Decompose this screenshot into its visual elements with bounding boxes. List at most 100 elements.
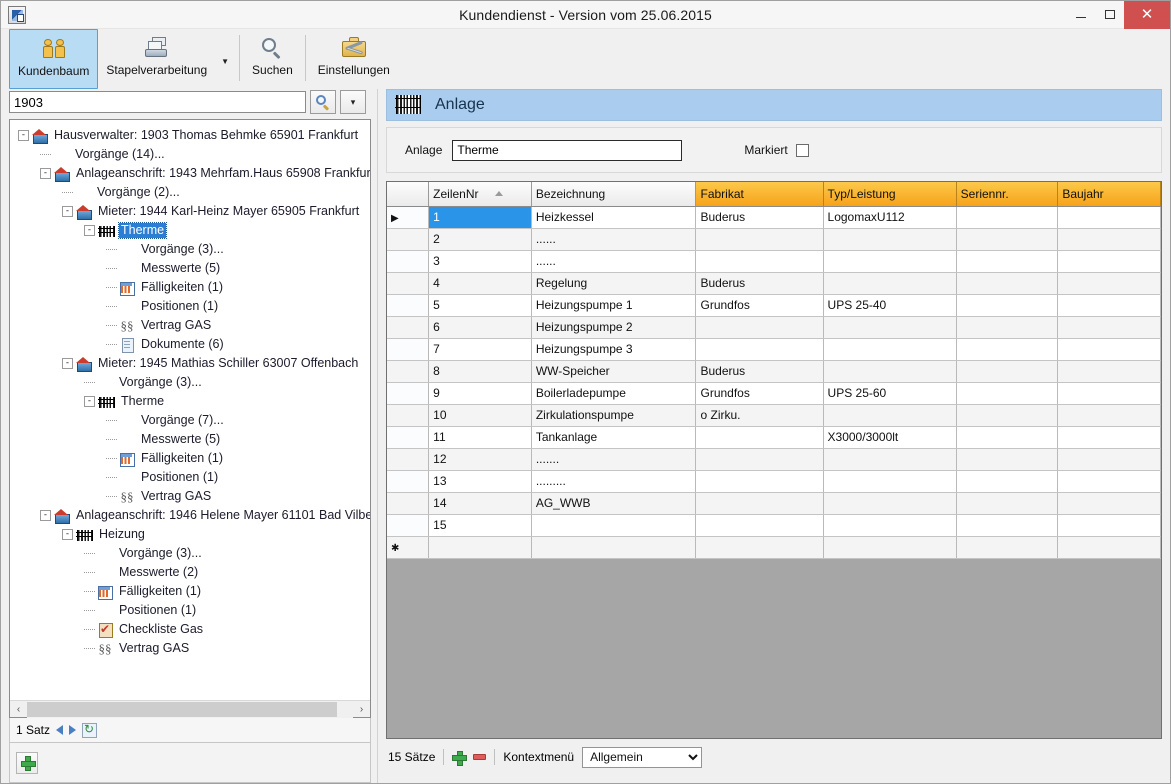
cell-bez[interactable]: ......... <box>531 470 697 493</box>
row-indicator[interactable] <box>387 404 430 427</box>
tree-expander-icon[interactable]: - <box>18 130 29 141</box>
column-header-bez[interactable]: Bezeichnung <box>531 182 697 207</box>
tree-node[interactable]: Dokumente (6) <box>10 335 370 354</box>
cell-bez[interactable]: Regelung <box>531 272 697 295</box>
cell-fab[interactable]: Buderus <box>695 206 824 229</box>
cell-ser[interactable] <box>956 382 1059 405</box>
tree-node[interactable]: §§ Vertrag GAS <box>10 316 370 335</box>
cell-nr[interactable]: 2 <box>428 228 532 251</box>
row-indicator[interactable]: ▶ <box>387 206 430 229</box>
kontextmenu-select[interactable]: Allgemein <box>582 746 703 768</box>
cell-bez[interactable]: Tankanlage <box>531 426 697 449</box>
table-row[interactable]: ▶ 1 Heizkessel Buderus LogomaxU112 <box>387 206 1161 229</box>
tree-expander-icon[interactable]: - <box>84 396 95 407</box>
refresh-icon[interactable] <box>82 722 98 738</box>
cell-bez[interactable] <box>531 536 697 559</box>
tree-node[interactable]: Positionen (1) <box>10 601 370 620</box>
new-row-indicator[interactable]: ✱ <box>387 536 430 559</box>
table-row[interactable]: 14 AG_WWB <box>387 492 1161 515</box>
table-row[interactable]: 8 WW-Speicher Buderus <box>387 360 1161 383</box>
cell-nr[interactable]: 4 <box>428 272 532 295</box>
tree-node[interactable]: Fälligkeiten (1) <box>10 449 370 468</box>
tree-node[interactable]: Vorgänge (2)... <box>10 183 370 202</box>
scroll-track[interactable] <box>27 700 353 718</box>
cell-fab[interactable] <box>695 448 824 471</box>
table-row[interactable]: 11 Tankanlage X3000/3000lt <box>387 426 1161 449</box>
add-record-button[interactable] <box>16 751 38 774</box>
cell-fab[interactable] <box>695 316 824 339</box>
row-indicator[interactable] <box>387 492 430 515</box>
cell-nr[interactable]: 5 <box>428 294 532 317</box>
tree-node[interactable]: Messwerte (5) <box>10 430 370 449</box>
cell-bau[interactable] <box>1057 426 1161 449</box>
cell-typ[interactable] <box>823 536 957 559</box>
anlage-input[interactable] <box>452 139 683 161</box>
cell-ser[interactable] <box>956 426 1059 449</box>
cell-ser[interactable] <box>956 470 1059 493</box>
row-indicator[interactable] <box>387 316 430 339</box>
row-indicator[interactable] <box>387 272 430 295</box>
tree-expander-icon[interactable]: - <box>62 358 73 369</box>
markiert-checkbox[interactable] <box>795 143 809 157</box>
cell-typ[interactable]: UPS 25-40 <box>823 294 957 317</box>
tree-horizontal-scrollbar[interactable]: ‹ › <box>10 700 370 718</box>
cell-typ[interactable] <box>823 404 957 427</box>
cell-nr[interactable]: 7 <box>428 338 532 361</box>
cell-bau[interactable] <box>1057 404 1161 427</box>
cell-fab[interactable]: Grundfos <box>695 382 824 405</box>
column-header-ind[interactable] <box>387 182 430 207</box>
cell-bau[interactable] <box>1057 492 1161 515</box>
cell-fab[interactable]: Buderus <box>695 272 824 295</box>
column-header-fab[interactable]: Fabrikat <box>695 182 824 207</box>
cell-bau[interactable] <box>1057 316 1161 339</box>
cell-bau[interactable] <box>1057 272 1161 295</box>
search-dropdown-button[interactable]: ▾ <box>340 90 366 114</box>
plus-icon[interactable] <box>452 750 468 766</box>
cell-bez[interactable]: ...... <box>531 250 697 273</box>
cell-bez[interactable]: WW-Speicher <box>531 360 697 383</box>
cell-ser[interactable] <box>956 272 1059 295</box>
cell-bez[interactable] <box>531 514 697 537</box>
row-indicator[interactable] <box>387 360 430 383</box>
cell-nr[interactable]: 15 <box>428 514 532 537</box>
cell-typ[interactable] <box>823 448 957 471</box>
column-header-typ[interactable]: Typ/Leistung <box>823 182 957 207</box>
cell-nr[interactable]: 8 <box>428 360 532 383</box>
cell-ser[interactable] <box>956 448 1059 471</box>
cell-ser[interactable] <box>956 360 1059 383</box>
cell-bez[interactable]: Heizungspumpe 1 <box>531 294 697 317</box>
table-row[interactable]: 5 Heizungspumpe 1 Grundfos UPS 25-40 <box>387 294 1161 317</box>
cell-fab[interactable] <box>695 492 824 515</box>
column-header-bau[interactable]: Baujahr <box>1057 182 1161 207</box>
cell-nr[interactable]: 1 <box>428 206 532 229</box>
cell-bau[interactable] <box>1057 448 1161 471</box>
row-indicator[interactable] <box>387 514 430 537</box>
tree-expander-icon[interactable]: - <box>62 529 73 540</box>
cell-bau[interactable] <box>1057 470 1161 493</box>
cell-fab[interactable] <box>695 426 824 449</box>
tree-node[interactable]: - Mieter: 1945 Mathias Schiller 63007 Off… <box>10 354 370 373</box>
cell-ser[interactable] <box>956 492 1059 515</box>
tree-expander-icon[interactable]: - <box>62 206 73 217</box>
cell-nr[interactable]: 11 <box>428 426 532 449</box>
cell-nr[interactable]: 6 <box>428 316 532 339</box>
toolbar-button-stapelverarbeitung[interactable]: Stapelverarbeitung <box>98 29 215 89</box>
cell-typ[interactable] <box>823 514 957 537</box>
tree-node[interactable]: - Anlageanschrift: 1946 Helene Mayer 6110… <box>10 506 370 525</box>
cell-fab[interactable]: Buderus <box>695 360 824 383</box>
cell-ser[interactable] <box>956 514 1059 537</box>
cell-typ[interactable] <box>823 272 957 295</box>
table-row[interactable]: 6 Heizungspumpe 2 <box>387 316 1161 339</box>
prev-arrow-icon[interactable] <box>56 725 64 735</box>
cell-bez[interactable]: Boilerladepumpe <box>531 382 697 405</box>
cell-nr[interactable]: 12 <box>428 448 532 471</box>
toolbar-button-kundenbaum[interactable]: Kundenbaum <box>9 29 99 89</box>
cell-fab[interactable]: o Zirku. <box>695 404 824 427</box>
cell-bau[interactable] <box>1057 382 1161 405</box>
cell-fab[interactable] <box>695 250 824 273</box>
cell-nr[interactable] <box>428 536 532 559</box>
cell-fab[interactable] <box>695 536 824 559</box>
cell-ser[interactable] <box>956 250 1059 273</box>
cell-nr[interactable]: 10 <box>428 404 532 427</box>
tree-node[interactable]: Vorgänge (7)... <box>10 411 370 430</box>
